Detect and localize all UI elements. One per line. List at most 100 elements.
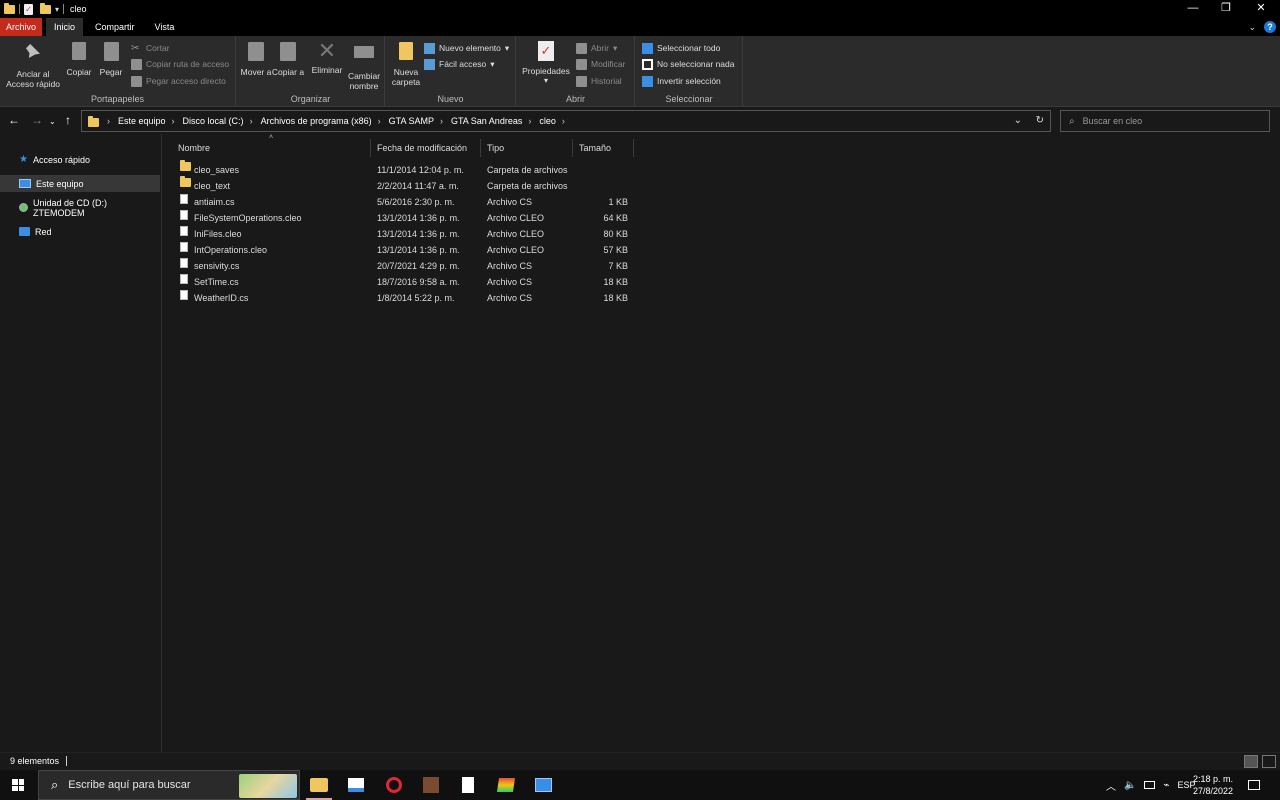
details-view-button[interactable] bbox=[1244, 755, 1258, 768]
paste-shortcut-button[interactable]: Pegar acceso directo bbox=[131, 74, 226, 88]
opera-taskbar-icon[interactable] bbox=[375, 770, 413, 800]
breadcrumb-disco-local[interactable]: Disco local (C:) bbox=[183, 116, 244, 126]
table-row[interactable]: sensivity.cs 20/7/2021 4:29 p. m. Archiv… bbox=[173, 258, 633, 274]
windows-logo-icon bbox=[12, 779, 24, 791]
properties-icon[interactable]: ✓ bbox=[24, 3, 33, 15]
nav-item-este-equipo[interactable]: Este equipo bbox=[0, 175, 160, 192]
move-to-button[interactable]: Mover a bbox=[239, 40, 273, 77]
search-input[interactable] bbox=[1082, 116, 1253, 126]
select-none-button[interactable]: No seleccionar nada bbox=[642, 57, 735, 71]
photos-taskbar-icon[interactable] bbox=[524, 770, 562, 800]
address-dropdown-icon[interactable]: ⌄ bbox=[1014, 115, 1022, 126]
nav-item-red[interactable]: Red bbox=[0, 223, 160, 240]
chevron-right-icon[interactable]: › bbox=[562, 116, 565, 126]
open-button[interactable]: Abrir ▾ bbox=[576, 41, 617, 55]
rename-button[interactable]: Cambiar nombre bbox=[345, 40, 383, 91]
table-row[interactable]: antiaim.cs 5/6/2016 2:30 p. m. Archivo C… bbox=[173, 194, 633, 210]
file-name: IniFiles.cleo bbox=[194, 229, 242, 239]
battery-plug-icon[interactable]: ⌁ bbox=[1163, 780, 1169, 791]
close-button[interactable]: ✕ bbox=[1244, 0, 1278, 18]
chevron-right-icon[interactable]: › bbox=[172, 116, 175, 126]
search-icon: ⌕ bbox=[51, 777, 59, 792]
history-button[interactable]: Historial bbox=[576, 74, 622, 88]
network-icon bbox=[19, 227, 30, 236]
store-taskbar-icon[interactable] bbox=[337, 770, 375, 800]
properties-button[interactable]: ✓ Propiedades ▾ bbox=[521, 40, 571, 86]
column-header-tamano[interactable]: Tamaño bbox=[573, 139, 634, 157]
table-row[interactable]: cleo_saves 11/1/2014 12:04 p. m. Carpeta… bbox=[173, 160, 633, 178]
taskbar-search-placeholder: Escribe aquí para buscar bbox=[68, 779, 191, 791]
collapse-ribbon-icon[interactable]: ⌄ bbox=[1248, 22, 1256, 33]
navigation-bar: ← → ⌄ ↑ › Este equipo › Disco local (C:)… bbox=[0, 108, 1280, 134]
start-button[interactable] bbox=[0, 770, 36, 800]
breadcrumb-archivos-de-programa[interactable]: Archivos de programa (x86) bbox=[261, 116, 372, 126]
breadcrumb-cleo[interactable]: cleo bbox=[539, 116, 556, 126]
breadcrumb-gta-samp[interactable]: GTA SAMP bbox=[389, 116, 434, 126]
tab-archivo[interactable]: Archivo bbox=[0, 18, 43, 36]
breadcrumb-este-equipo[interactable]: Este equipo bbox=[118, 116, 166, 126]
recent-locations-chevron-icon[interactable]: ⌄ bbox=[49, 116, 56, 128]
taskbar-search[interactable]: ⌕ Escribe aquí para buscar bbox=[38, 770, 300, 800]
network-status-icon[interactable] bbox=[1144, 781, 1156, 789]
paste-button[interactable]: Pegar bbox=[96, 40, 126, 77]
table-row[interactable]: IntOperations.cleo 13/1/2014 1:36 p. m. … bbox=[173, 242, 633, 258]
minimize-button[interactable]: — bbox=[1176, 0, 1210, 18]
up-arrow-icon[interactable]: ↑ bbox=[65, 114, 71, 126]
chevron-right-icon[interactable]: › bbox=[528, 116, 531, 126]
nav-item-label: Acceso rápido bbox=[32, 154, 91, 165]
new-item-dropdown[interactable]: Nuevo elemento ▾ bbox=[424, 41, 509, 55]
chevron-right-icon[interactable]: › bbox=[378, 116, 381, 126]
back-arrow-icon[interactable]: ← bbox=[8, 114, 20, 126]
large-icons-view-button[interactable] bbox=[1262, 755, 1276, 768]
column-header-tipo[interactable]: Tipo bbox=[481, 139, 573, 157]
folder-icon bbox=[180, 176, 191, 187]
restore-button[interactable]: ❐ bbox=[1209, 0, 1243, 18]
chevron-right-icon[interactable]: › bbox=[440, 116, 443, 126]
refresh-icon[interactable]: ↻ bbox=[1036, 115, 1044, 126]
edit-button[interactable]: Modificar bbox=[576, 57, 625, 71]
table-row[interactable]: SetTime.cs 18/7/2016 9:58 a. m. Archivo … bbox=[173, 274, 633, 290]
clock[interactable]: 2:18 p. m. 27/8/2022 bbox=[1190, 770, 1236, 800]
tab-compartir[interactable]: Compartir bbox=[87, 18, 143, 36]
easy-access-dropdown[interactable]: Fácil acceso ▾ bbox=[424, 57, 495, 71]
clock-time: 2:18 p. m. bbox=[1192, 774, 1234, 784]
column-header-fecha[interactable]: Fecha de modificación bbox=[371, 139, 481, 157]
photo-icon bbox=[534, 778, 552, 792]
copy-path-button[interactable]: Copiar ruta de acceso bbox=[131, 57, 229, 71]
customize-qa-dropdown-icon[interactable]: ▾ bbox=[55, 5, 59, 14]
file-explorer-taskbar-icon[interactable] bbox=[300, 770, 338, 800]
open-label: Abrir bbox=[591, 43, 609, 53]
table-row[interactable]: cleo_text 2/2/2014 11:47 a. m. Carpeta d… bbox=[173, 176, 633, 194]
select-all-button[interactable]: Seleccionar todo bbox=[642, 41, 720, 55]
column-header-nombre[interactable]: Nombre bbox=[172, 139, 371, 157]
table-row[interactable]: IniFiles.cleo 13/1/2014 1:36 p. m. Archi… bbox=[173, 226, 633, 242]
volume-icon[interactable]: 🔈 bbox=[1124, 780, 1136, 791]
show-hidden-icons-chevron-icon[interactable]: ︿ bbox=[1106, 778, 1116, 793]
pin-quick-access-button[interactable]: Anclar al Acceso rápido bbox=[4, 40, 62, 89]
document-taskbar-icon[interactable] bbox=[449, 770, 487, 800]
help-icon[interactable]: ? bbox=[1264, 21, 1276, 33]
tab-vista[interactable]: Vista bbox=[147, 18, 183, 36]
delete-button[interactable]: ✕ Eliminar bbox=[309, 40, 345, 76]
nav-item-acceso-rapido[interactable]: ★ Acceso rápido bbox=[0, 151, 160, 168]
tab-inicio[interactable]: Inicio bbox=[46, 18, 84, 36]
new-folder-button[interactable]: Nueva carpeta bbox=[388, 40, 424, 87]
table-row[interactable]: FileSystemOperations.cleo 13/1/2014 1:36… bbox=[173, 210, 633, 226]
game-app-taskbar-icon[interactable] bbox=[412, 770, 450, 800]
chevron-right-icon[interactable]: › bbox=[107, 116, 110, 126]
new-folder-icon[interactable] bbox=[40, 2, 51, 14]
nav-item-unidad-cd[interactable]: Unidad de CD (D:) ZTEMODEM bbox=[0, 198, 160, 218]
file-type: Archivo CS bbox=[487, 293, 533, 303]
search-box[interactable]: ⌕ bbox=[1060, 110, 1270, 132]
breadcrumb-gta-san-andreas[interactable]: GTA San Andreas bbox=[451, 116, 522, 126]
address-bar[interactable]: › Este equipo › Disco local (C:) › Archi… bbox=[81, 110, 1051, 132]
bluestacks-taskbar-icon[interactable] bbox=[487, 770, 525, 800]
forward-arrow-icon[interactable]: → bbox=[31, 114, 43, 126]
copy-to-button[interactable]: Copiar a bbox=[271, 40, 305, 77]
chevron-right-icon[interactable]: › bbox=[250, 116, 253, 126]
copy-button[interactable]: Copiar bbox=[64, 40, 94, 77]
table-row[interactable]: WeatherID.cs 1/8/2014 5:22 p. m. Archivo… bbox=[173, 290, 633, 306]
cut-button[interactable]: ✂ Cortar bbox=[131, 41, 170, 55]
invert-selection-button[interactable]: Invertir selección bbox=[642, 74, 721, 88]
action-center-button[interactable] bbox=[1248, 770, 1260, 800]
